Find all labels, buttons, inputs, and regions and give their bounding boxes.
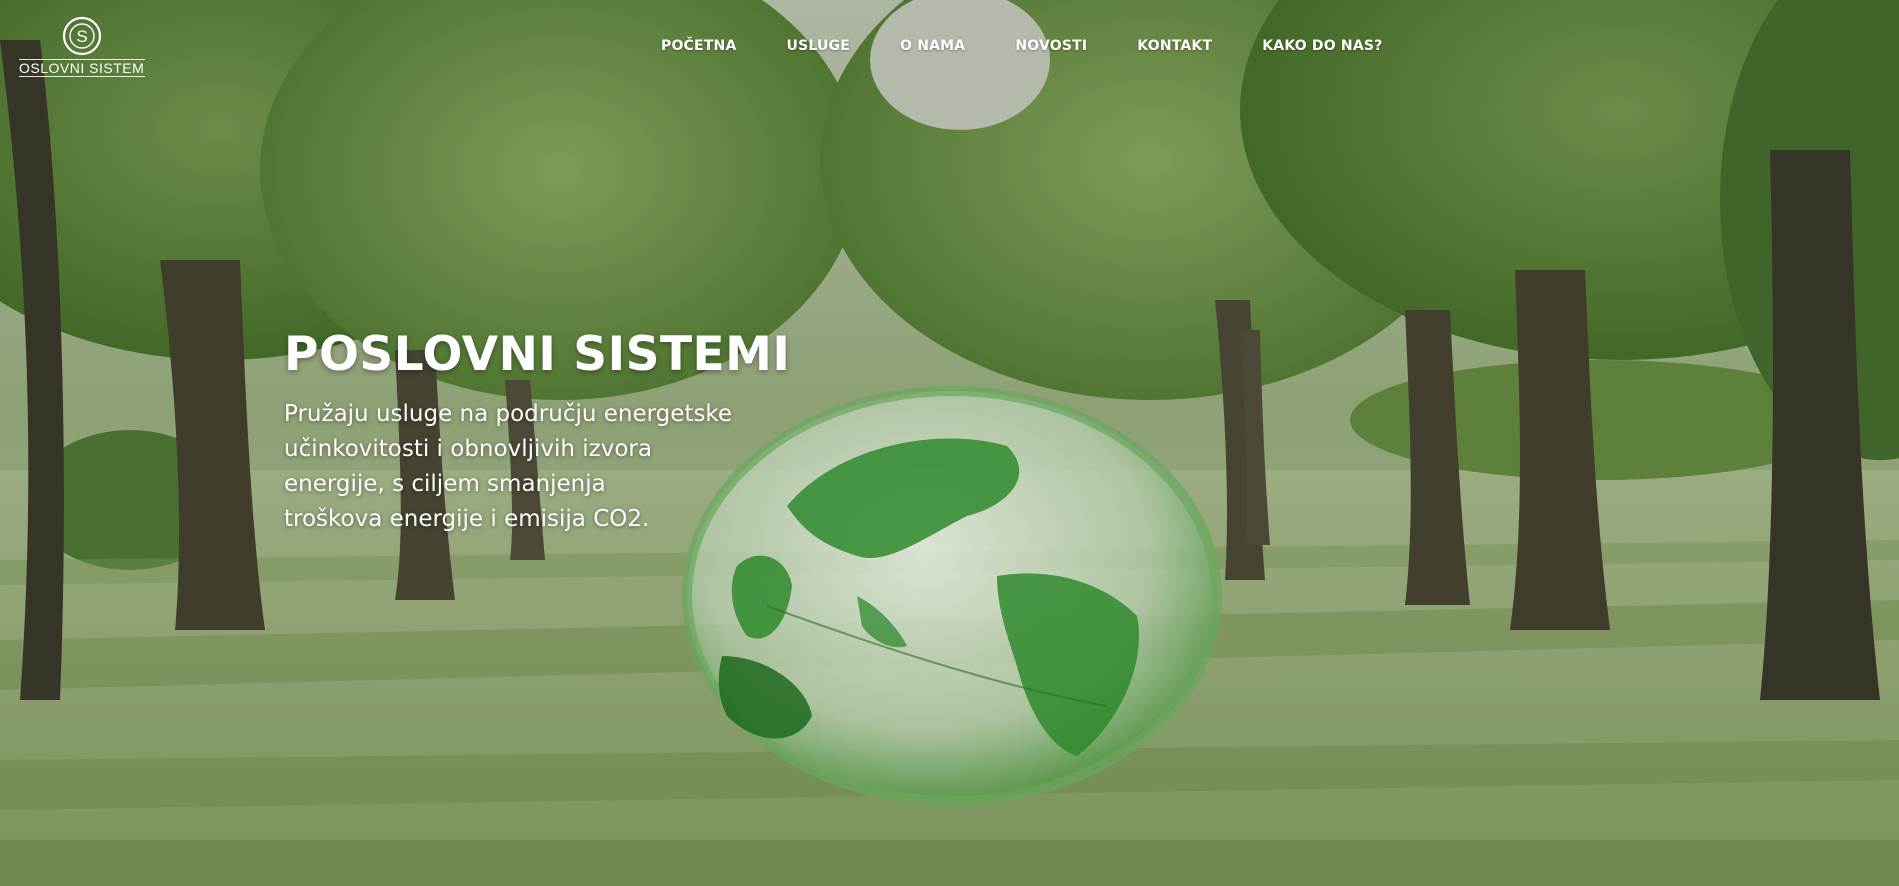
main-nav: POČETNA USLUGE O NAMA NOVOSTI KONTAKT KA…: [661, 38, 1432, 54]
logo[interactable]: S OSLOVNI SISTEMI: [19, 14, 147, 80]
hero-description-line: energije, s ciljem smanjenja: [284, 471, 606, 497]
hero-description-line: učinkovitosti i obnovljivih izvora: [284, 436, 652, 462]
hero-description-line: troškova energije i emisija CO2.: [284, 506, 650, 532]
nav-item-kako-do-nas[interactable]: KAKO DO NAS?: [1262, 38, 1382, 54]
hero-description-line: Pružaju usluge na području energetske: [284, 401, 733, 427]
nav-item-kontakt[interactable]: KONTAKT: [1137, 38, 1212, 54]
hero-description: Pružaju usluge na području energetske uč…: [284, 397, 804, 537]
hero-title: POSLOVNI SISTEMI: [284, 327, 791, 382]
nav-item-novosti[interactable]: NOVOSTI: [1015, 38, 1087, 54]
logo-text: OSLOVNI SISTEMI: [19, 59, 145, 77]
nav-item-o-nama[interactable]: O NAMA: [900, 38, 965, 54]
nav-item-usluge[interactable]: USLUGE: [787, 38, 851, 54]
logo-monogram: S: [76, 27, 87, 46]
nav-item-pocetna[interactable]: POČETNA: [661, 38, 737, 54]
logo-mark-icon: S: [62, 16, 102, 56]
hero-section: S OSLOVNI SISTEMI POČETNA USLUGE O NAMA …: [0, 0, 1899, 886]
